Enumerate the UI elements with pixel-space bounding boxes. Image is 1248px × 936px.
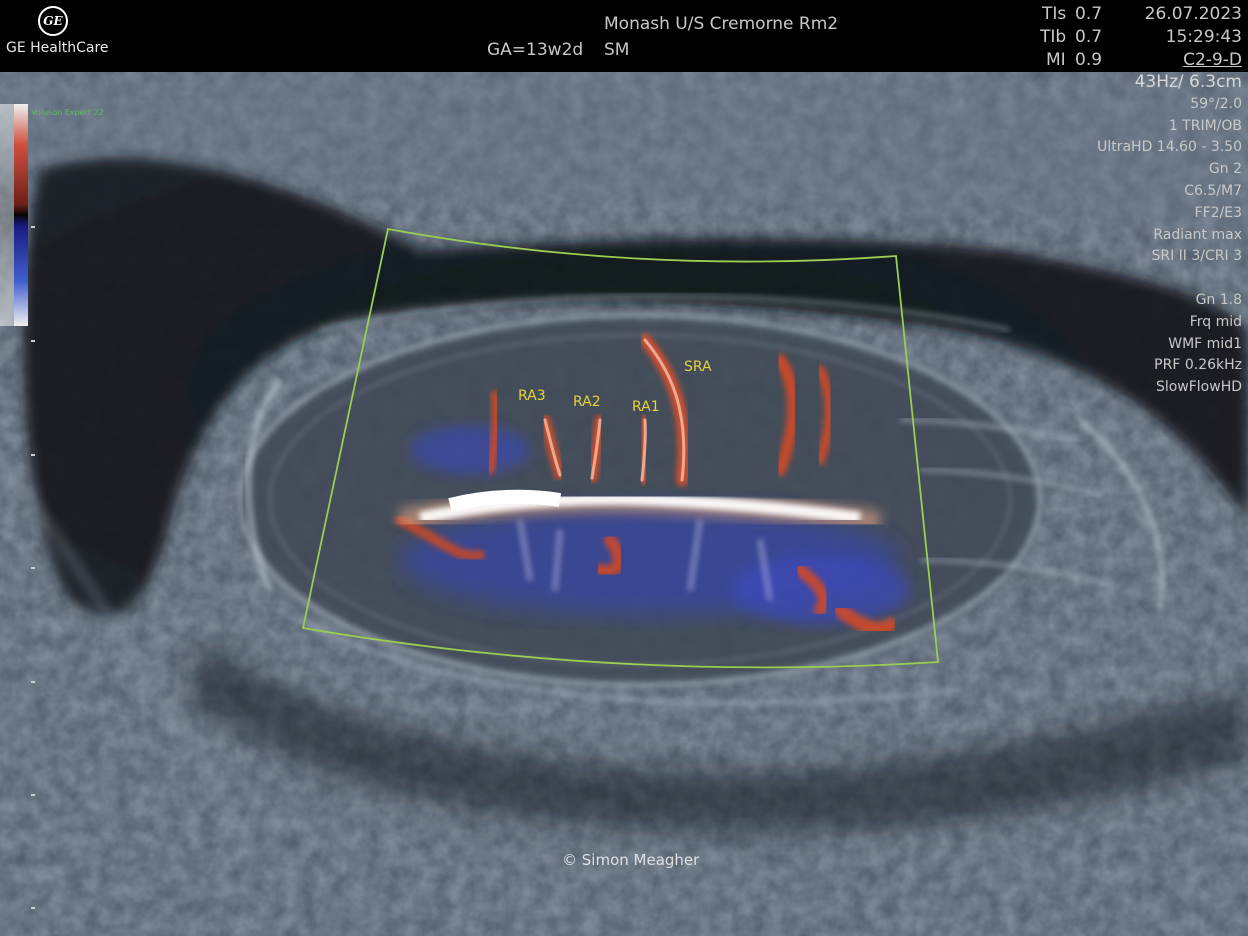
param-ultrahd: UltraHD 14.60 - 3.50 <box>1097 139 1242 156</box>
depth-tick <box>31 681 35 683</box>
param-c-m: C6.5/M7 <box>1184 182 1242 199</box>
param-color-gain: Gn 1.8 <box>1195 291 1242 308</box>
exam-date: 26.07.2023 <box>1144 4 1242 24</box>
annotation-ra1: RA1 <box>632 399 660 415</box>
tib-label: TIb <box>1040 27 1067 47</box>
ultrasound-screen: RA3 RA2 RA1 SRA GE GE HealthCare GA=13w2… <box>0 0 1248 936</box>
grayscale-bar <box>0 104 14 326</box>
param-angle: 59°/2.0 <box>1190 95 1242 112</box>
ultrasound-image: RA3 RA2 RA1 SRA <box>0 72 1248 936</box>
param-radiant: Radiant max <box>1153 226 1242 243</box>
param-color-frequency: Frq mid <box>1189 313 1242 330</box>
param-flow-mode: SlowFlowHD <box>1155 379 1242 396</box>
copyright-text: © Simon Meagher <box>562 851 700 869</box>
probe-name[interactable]: C2-9-D <box>1183 50 1242 70</box>
tis-label: TIs <box>1042 4 1067 24</box>
depth-tick <box>31 794 35 796</box>
header-bar: GE GE HealthCare GA=13w2d Monash U/S Cre… <box>0 0 1248 72</box>
ge-logo-icon: GE <box>38 6 68 36</box>
depth-tick <box>31 454 35 456</box>
depth-tick <box>31 340 35 342</box>
mi-value: 0.9 <box>1075 50 1103 70</box>
color-velocity-bar <box>14 104 28 326</box>
param-sri-cri: SRI II 3/CRI 3 <box>1151 248 1242 265</box>
annotation-sra: SRA <box>684 359 712 375</box>
param-frame-rate-depth: 43Hz/ 6.3cm <box>1134 72 1242 92</box>
imaging-parameters: 43Hz/ 6.3cm 59°/2.0 1 TRIM/OB UltraHD 14… <box>1097 72 1242 399</box>
depth-tick <box>31 907 35 909</box>
exam-time: 15:29:43 <box>1165 27 1242 47</box>
depth-tick <box>31 226 35 228</box>
param-wmf: WMF mid1 <box>1168 335 1242 352</box>
mi-label: MI <box>1046 50 1066 70</box>
param-ff-e: FF2/E3 <box>1194 204 1242 221</box>
param-preset: 1 TRIM/OB <box>1168 117 1242 134</box>
operator-initials: SM <box>604 40 630 60</box>
tis-value: 0.7 <box>1075 4 1103 24</box>
depth-tick <box>31 567 35 569</box>
param-prf: PRF 0.26kHz <box>1154 357 1242 374</box>
annotation-ra2: RA2 <box>573 394 601 410</box>
param-gain: Gn 2 <box>1208 161 1242 178</box>
gestational-age: GA=13w2d <box>487 40 584 60</box>
tib-value: 0.7 <box>1075 27 1103 47</box>
brand-name: GE HealthCare <box>6 40 109 56</box>
device-label: Voluson Expert 22 <box>31 108 104 117</box>
annotation-ra3: RA3 <box>518 388 546 404</box>
site-name: Monash U/S Cremorne Rm2 <box>604 14 839 34</box>
